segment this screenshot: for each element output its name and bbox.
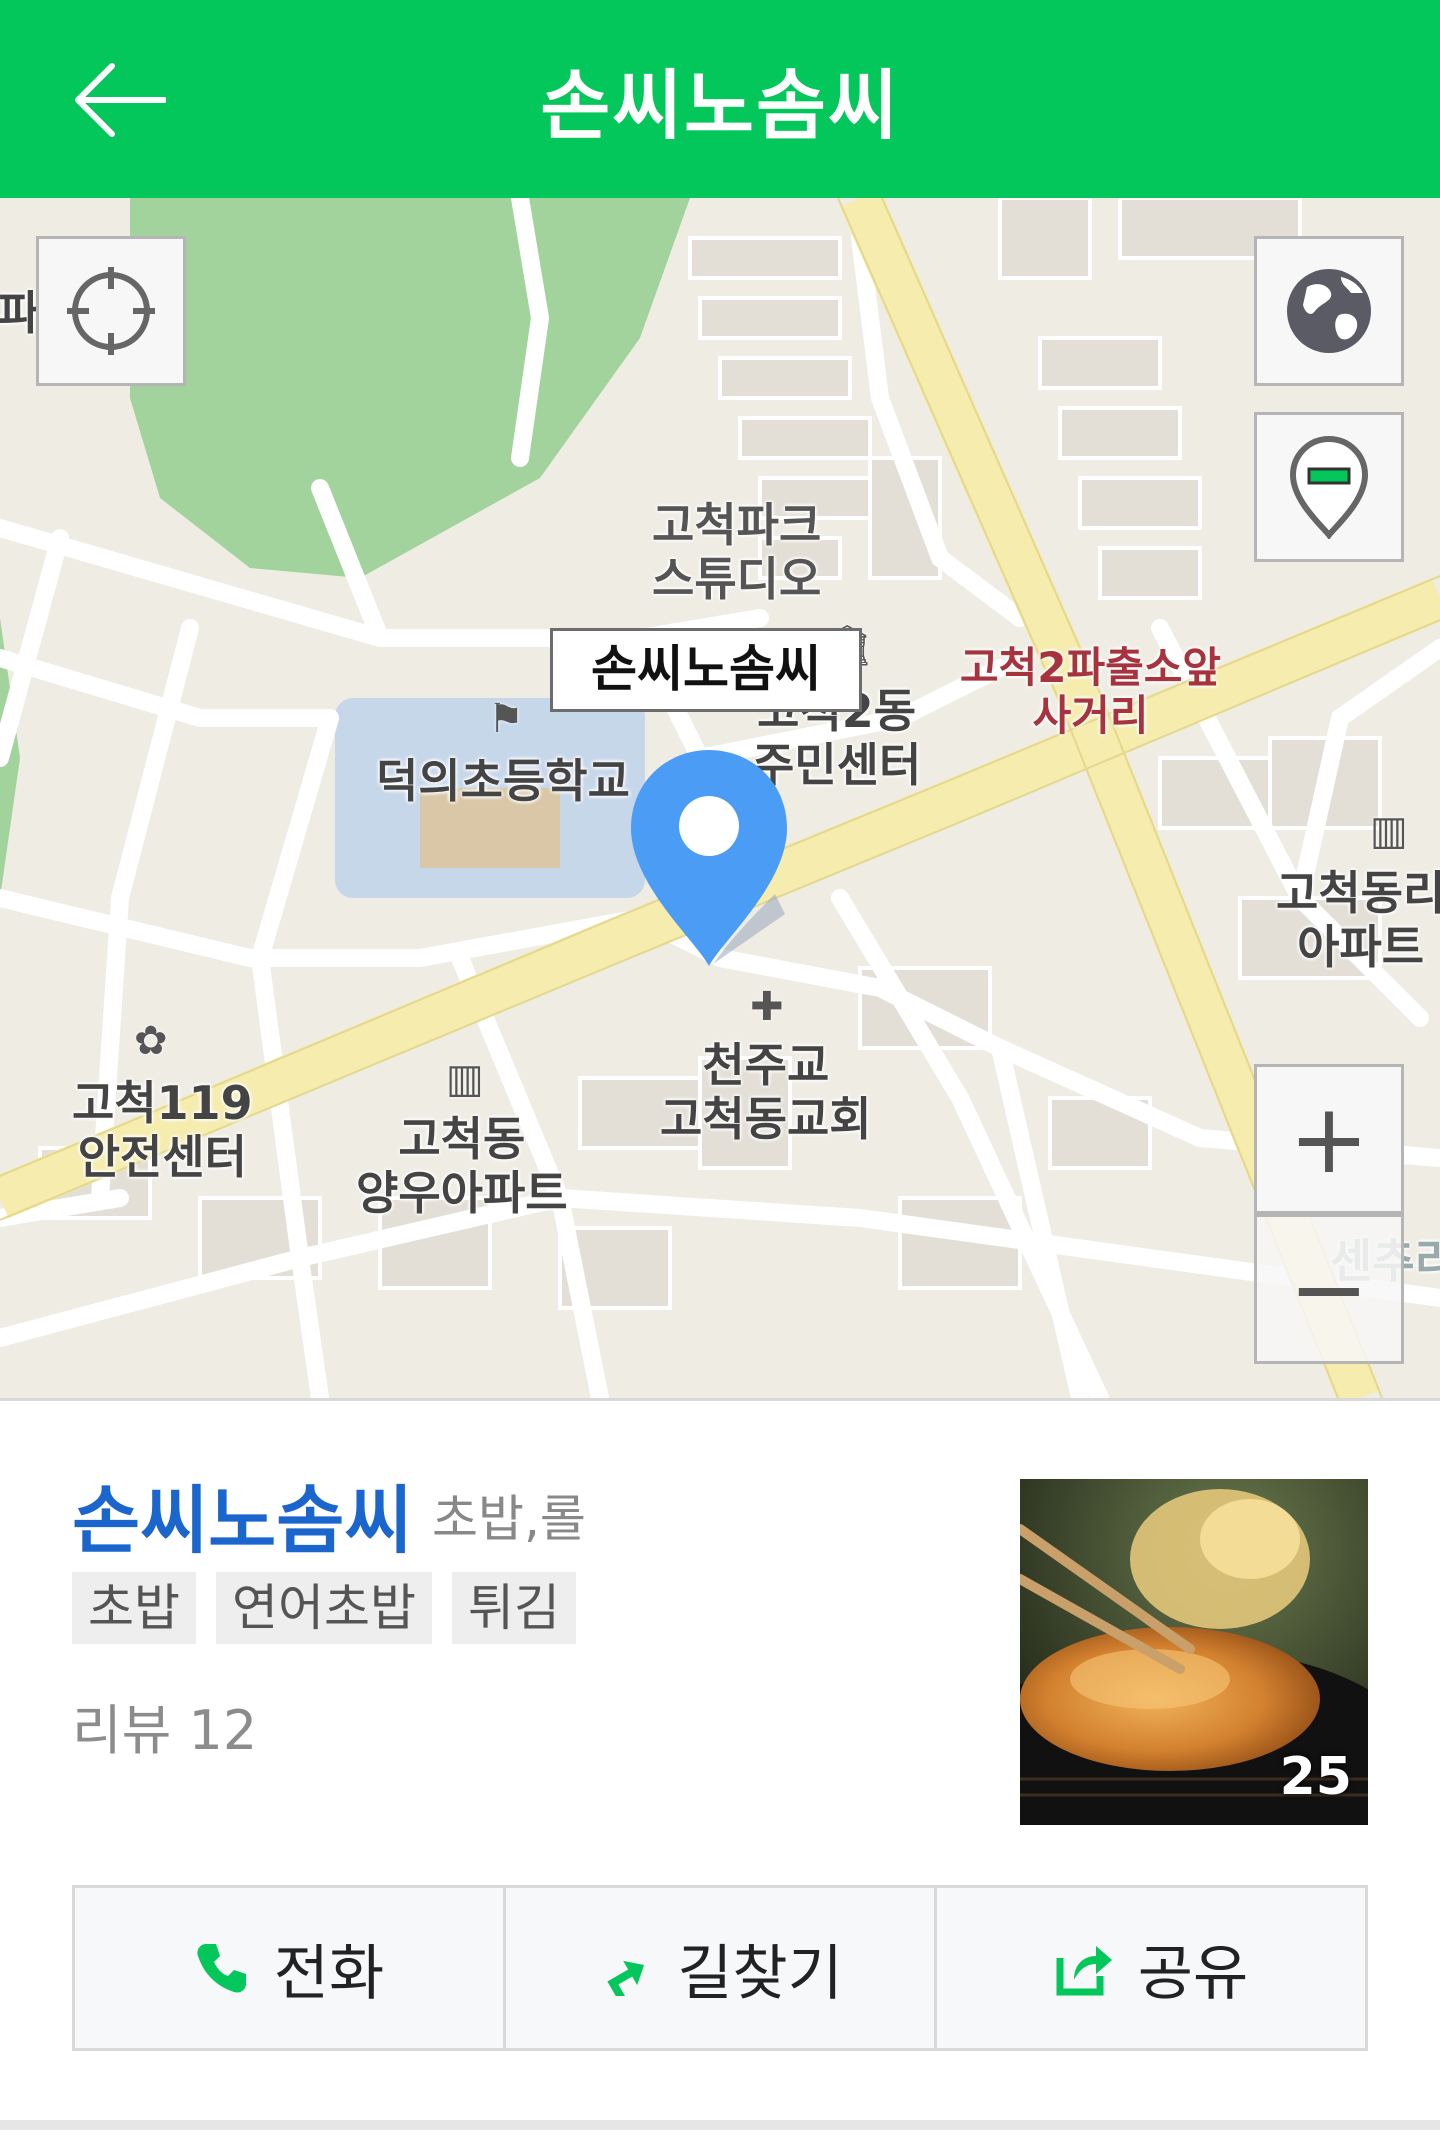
top-bar: 손씨노솜씨 (0, 0, 1440, 198)
review-count[interactable]: 리뷰 12 (72, 1686, 257, 1765)
map-label-school: 덕의초등학교 (376, 754, 630, 808)
menu-tag: 연어초밥 (216, 1572, 432, 1644)
map-label-apartment-right: 고척동리 아파트 (1276, 866, 1440, 974)
globe-icon (1287, 269, 1371, 353)
share-label: 공유 (1137, 1938, 1249, 2009)
bottom-divider (0, 2120, 1440, 2130)
church-icon: ✚ (750, 984, 784, 1030)
directions-label: 길찾기 (677, 1938, 843, 2009)
fire-station-icon: ✿ (134, 1018, 168, 1064)
action-bar: 전화 길찾기 공유 (72, 1885, 1368, 2051)
pin-toggle-button[interactable] (1254, 412, 1404, 562)
map-layer-button[interactable] (1254, 236, 1404, 386)
plus-icon: + (1288, 1083, 1370, 1195)
apartment-icon: ▥ (446, 1056, 484, 1102)
school-flag-icon: ⚑ (488, 696, 524, 742)
photo-count: 25 (1279, 1747, 1352, 1807)
directions-icon (607, 1960, 645, 1996)
place-photo[interactable]: 25 (1020, 1479, 1368, 1825)
map-pin-marker[interactable] (625, 744, 793, 970)
crosshair-icon (67, 267, 155, 355)
map-pin-icon (1289, 435, 1369, 539)
map-place-tag[interactable]: 손씨노솜씨 (550, 628, 862, 712)
map-label-church: 천주교 고척동교회 (660, 1038, 872, 1146)
share-button[interactable]: 공유 (937, 1888, 1365, 2048)
minus-icon: − (1288, 1233, 1370, 1345)
call-button[interactable]: 전화 (75, 1888, 506, 2048)
menu-tag: 초밥 (72, 1572, 196, 1644)
phone-icon (197, 1944, 246, 1993)
map-label-intersection: 고척2파출소앞 사거리 (960, 643, 1222, 740)
menu-tag: 튀김 (452, 1572, 576, 1644)
call-label: 전화 (273, 1938, 385, 2009)
current-location-button[interactable] (36, 236, 186, 386)
page-title: 손씨노솜씨 (540, 61, 900, 150)
map-label-park-studio: 고척파크 스튜디오 (652, 498, 822, 606)
place-name[interactable]: 손씨노솜씨 (72, 1461, 412, 1568)
map-label-fire-station: 고척119 안전센터 (72, 1076, 253, 1184)
menu-tags: 초밥 연어초밥 튀김 (72, 1572, 576, 1644)
zoom-in-button[interactable]: + (1254, 1064, 1404, 1214)
place-info-panel: 손씨노솜씨 초밥,롤 초밥 연어초밥 튀김 리뷰 12 25 전화 길찾기 공유 (0, 1398, 1440, 2143)
map-label-apartment-yangwoo: 고척동 양우아파트 (356, 1112, 568, 1220)
map-label-left-edge: 파 (0, 286, 41, 340)
zoom-out-button[interactable]: − (1254, 1214, 1404, 1364)
apartment-right-icon: ▥ (1370, 808, 1408, 854)
directions-button[interactable]: 길찾기 (506, 1888, 937, 2048)
map-view[interactable]: ⚑ 🏛 ✿ ▥ ✚ ▥ 파 고척파크 스튜디오 덕의초등학교 고척2동 주민센터… (0, 198, 1440, 1398)
place-category: 초밥,롤 (432, 1490, 586, 1548)
share-icon (1056, 1946, 1112, 1996)
